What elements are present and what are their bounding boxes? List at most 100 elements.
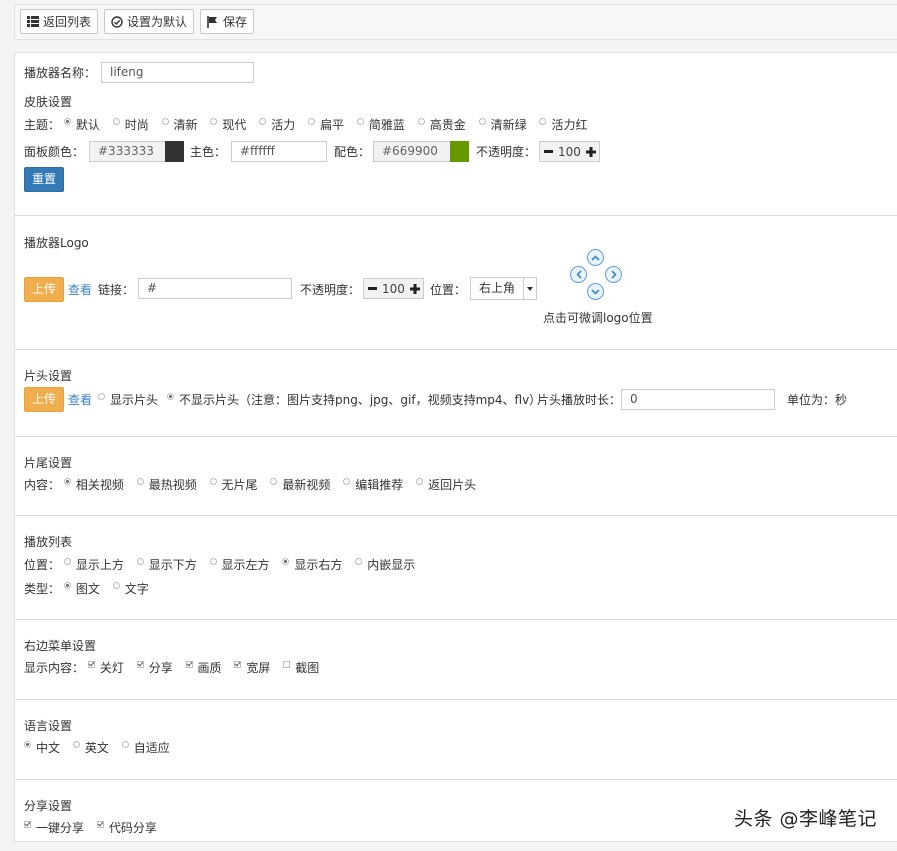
back-to-list-label: 返回列表 [43, 15, 92, 29]
nudge-right-button[interactable] [605, 266, 622, 283]
divider [15, 515, 897, 516]
radio-icon [63, 118, 71, 125]
language-option[interactable]: 英文 [72, 739, 109, 756]
playlist-position-option[interactable]: 显示右方 [282, 556, 342, 573]
radio-icon [136, 478, 144, 485]
theme-option[interactable]: 时尚 [112, 116, 149, 133]
intro-upload-button[interactable]: 上传 [24, 387, 64, 412]
theme-option[interactable]: 扁平 [308, 116, 344, 133]
chevron-right-icon [610, 270, 617, 279]
theme-option[interactable]: 高贵金 [417, 116, 466, 133]
language-radio-group: 中文 英文 自适应 [24, 739, 179, 756]
chevron-left-icon [575, 270, 582, 279]
playlist-position-option[interactable]: 内嵌显示 [355, 556, 415, 573]
radio-icon [270, 478, 278, 485]
radio-icon [209, 558, 217, 565]
intro-view-link[interactable]: 查看 [68, 391, 92, 408]
theme-option[interactable]: 现代 [210, 116, 246, 133]
right-menu-option[interactable]: 画质 [185, 659, 222, 676]
playlist-position-option[interactable]: 显示下方 [136, 556, 197, 573]
share-section-title: 分享设置 [24, 799, 73, 813]
outro-option[interactable]: 相关视频 [63, 476, 124, 493]
right-menu-option[interactable]: 关灯 [87, 659, 124, 676]
checkbox-icon [234, 661, 242, 668]
intro-show-option[interactable]: 显示片头 [98, 391, 158, 408]
theme-option[interactable]: 活力红 [539, 116, 587, 133]
save-button[interactable]: 保存 [200, 9, 254, 34]
radio-icon [539, 118, 547, 125]
nudge-down-button[interactable] [587, 283, 604, 300]
radio-icon [259, 118, 267, 125]
right-menu-checkbox-group: 显示内容： 关灯 分享 画质 宽屏 截图 [24, 659, 328, 676]
plus-icon[interactable] [407, 279, 423, 298]
share-option[interactable]: 一键分享 [24, 819, 84, 836]
theme-label: 主题： [24, 118, 61, 132]
minus-icon[interactable] [540, 142, 556, 161]
nudge-left-button[interactable] [570, 266, 587, 283]
right-menu-option[interactable]: 截图 [283, 659, 319, 676]
checkbox-icon [96, 821, 104, 828]
nudge-up-button[interactable] [587, 249, 604, 266]
radio-icon [210, 118, 218, 125]
theme-option[interactable]: 清新绿 [478, 116, 527, 133]
toolbar: 返回列表 设置为默认 保存 [14, 4, 897, 40]
main-color-input[interactable]: #ffffff [231, 141, 327, 162]
right-menu-option[interactable]: 分享 [136, 659, 173, 676]
right-menu-option[interactable]: 宽屏 [234, 659, 270, 676]
logo-view-link[interactable]: 查看 [68, 281, 92, 298]
theme-option[interactable]: 清新 [161, 116, 198, 133]
playlist-position-option[interactable]: 显示上方 [63, 556, 124, 573]
accent-color-swatch[interactable] [450, 141, 469, 162]
radio-icon [355, 558, 363, 565]
radio-icon [416, 478, 424, 485]
share-option[interactable]: 代码分享 [96, 819, 157, 836]
playlist-position-group: 位置： 显示上方 显示下方 显示左方 显示右方 内嵌显示 [24, 556, 424, 573]
share-checkbox-group: 一键分享 代码分享 [24, 819, 166, 836]
player-name-input[interactable]: lifeng [101, 62, 254, 83]
logo-opacity-label: 不透明度： [300, 283, 361, 297]
set-default-button[interactable]: 设置为默认 [104, 9, 194, 34]
outro-option[interactable]: 最新视频 [270, 476, 330, 493]
chevron-down-icon [591, 288, 600, 295]
outro-option[interactable]: 返回片头 [416, 476, 476, 493]
plus-icon[interactable] [583, 142, 599, 161]
outro-option[interactable]: 编辑推荐 [343, 476, 403, 493]
language-option[interactable]: 自适应 [121, 739, 170, 756]
theme-option[interactable]: 活力 [259, 116, 295, 133]
outro-section-title: 片尾设置 [24, 456, 73, 470]
skin-opacity-stepper[interactable]: 100 [539, 141, 600, 162]
panel-color-swatch[interactable] [165, 141, 184, 162]
logo-position-select[interactable]: 右上角 [470, 277, 538, 300]
language-option[interactable]: 中文 [24, 739, 60, 756]
theme-option[interactable]: 简雅蓝 [356, 116, 405, 133]
playlist-type-option[interactable]: 图文 [63, 580, 100, 597]
skin-section-title: 皮肤设置 [24, 95, 73, 109]
radio-icon [121, 741, 129, 748]
flag-icon [207, 15, 217, 28]
right-menu-section-title: 右边菜单设置 [24, 639, 97, 653]
reset-button[interactable]: 重置 [24, 167, 64, 192]
radio-icon [478, 118, 486, 125]
logo-opacity-stepper[interactable]: 100 [363, 278, 424, 299]
divider [15, 349, 897, 350]
logo-link-input[interactable]: # [138, 278, 292, 299]
divider [15, 699, 897, 700]
intro-hide-option[interactable]: 不显示片头（注意：图片支持png、jpg、gif，视频支持mp4、flv） [167, 391, 541, 408]
outro-option[interactable]: 最热视频 [136, 476, 197, 493]
checkbox-icon [136, 661, 144, 668]
checkbox-icon [185, 661, 193, 668]
minus-icon[interactable] [364, 279, 380, 298]
radio-icon [282, 558, 290, 565]
playlist-type-option[interactable]: 文字 [112, 580, 149, 597]
checkbox-icon [87, 661, 95, 668]
checkbox-icon [283, 661, 291, 668]
theme-option[interactable]: 默认 [63, 116, 100, 133]
intro-duration-input[interactable]: 0 [621, 389, 775, 410]
logo-link-label: 链接： [98, 283, 135, 297]
back-to-list-button[interactable]: 返回列表 [20, 9, 98, 34]
logo-upload-button[interactable]: 上传 [24, 277, 64, 302]
radio-icon [417, 118, 425, 125]
playlist-position-option[interactable]: 显示左方 [209, 556, 270, 573]
outro-option[interactable]: 无片尾 [209, 476, 258, 493]
caret-down-icon [524, 278, 536, 299]
